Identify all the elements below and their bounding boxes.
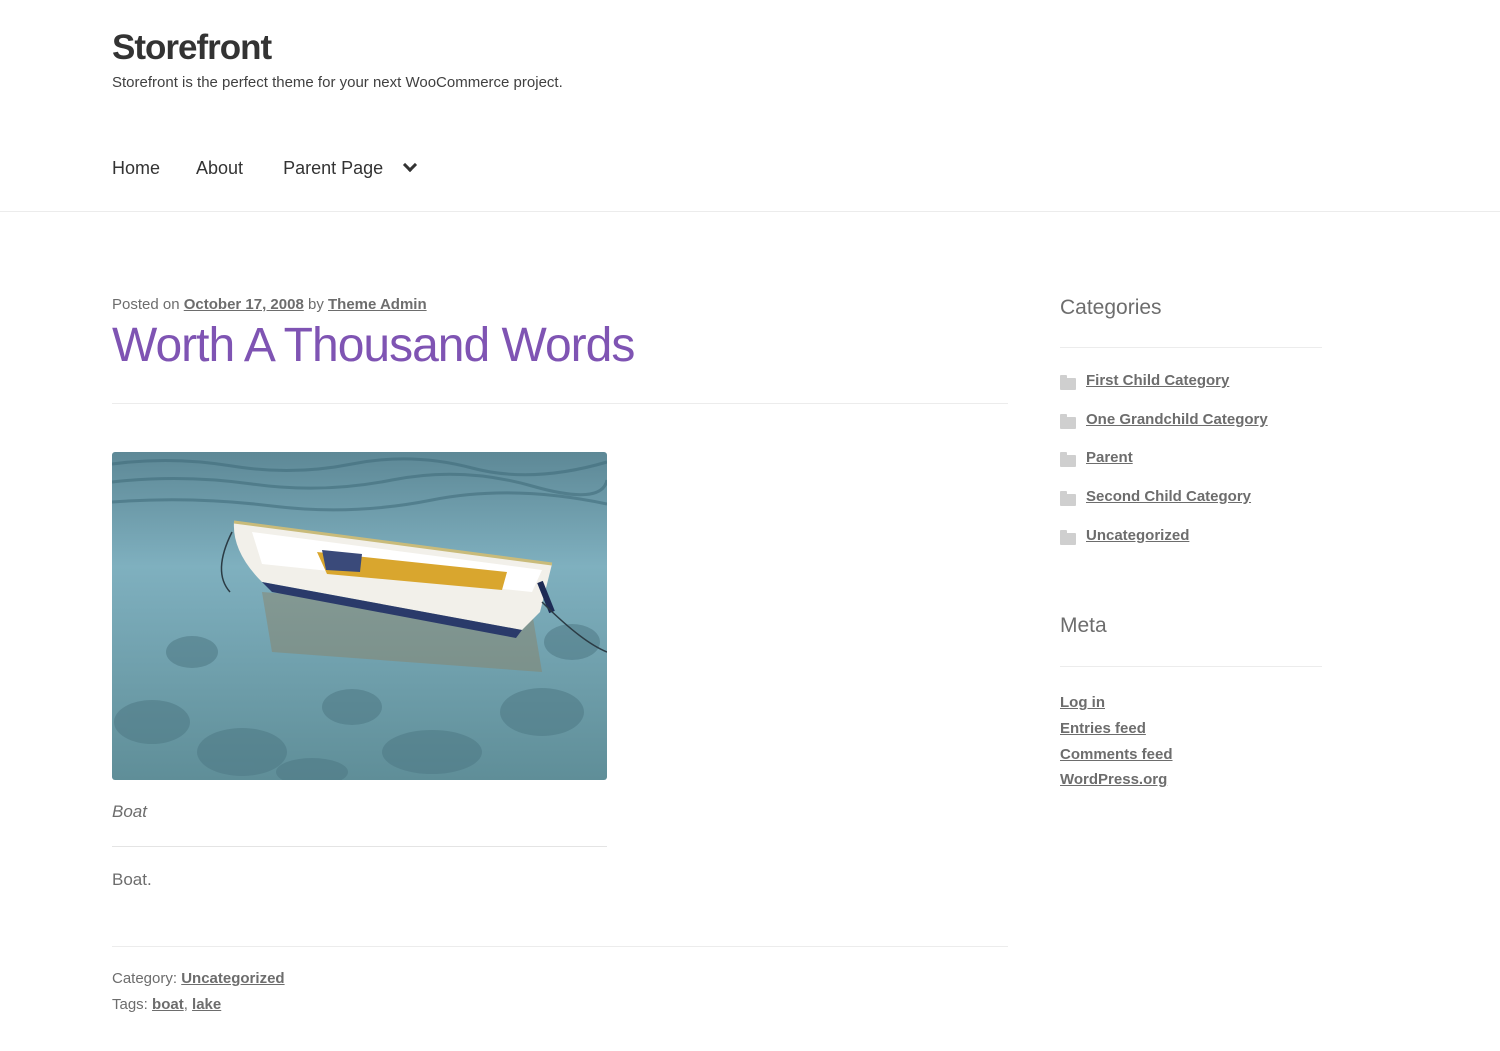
category-link[interactable]: First Child Category — [1086, 372, 1229, 389]
tag-separator: , — [183, 996, 188, 1013]
post-date-link[interactable]: October 17, 2008 — [184, 296, 304, 313]
folder-icon — [1060, 413, 1076, 429]
entries-feed-link[interactable]: Entries feed — [1060, 720, 1146, 737]
category-link[interactable]: Second Child Category — [1086, 488, 1251, 505]
tag-link-boat[interactable]: boat — [152, 996, 184, 1013]
list-item: Entries feed — [1060, 720, 1173, 746]
caption-divider — [112, 846, 607, 847]
title-divider — [112, 403, 1008, 404]
categories-list: First Child Category One Grandchild Cate… — [1060, 372, 1268, 565]
list-item: First Child Category — [1060, 372, 1268, 411]
site-header: Storefront Storefront is the perfect the… — [0, 0, 1500, 212]
list-item: Uncategorized — [1060, 527, 1268, 566]
folder-icon — [1060, 375, 1076, 390]
meta-divider — [1060, 666, 1322, 667]
comments-feed-link[interactable]: Comments feed — [1060, 746, 1173, 763]
list-item: Log in — [1060, 694, 1173, 720]
nav-item-parent-page[interactable]: Parent Page — [283, 157, 418, 179]
folder-icon — [1060, 529, 1076, 545]
category-link[interactable]: Parent — [1086, 449, 1133, 466]
image-caption: Boat — [112, 802, 147, 821]
category-link[interactable]: One Grandchild Category — [1086, 411, 1268, 428]
entry-meta: Posted on October 17, 2008 by Theme Admi… — [112, 296, 427, 313]
nav-item-about[interactable]: About — [196, 158, 243, 179]
post-tags: Tags: boat, lake — [112, 996, 221, 1013]
wordpress-org-link[interactable]: WordPress.org — [1060, 771, 1167, 788]
list-item: Parent — [1060, 449, 1268, 488]
list-item: One Grandchild Category — [1060, 411, 1268, 450]
boat-image[interactable] — [112, 452, 607, 780]
list-item: Second Child Category — [1060, 488, 1268, 527]
categories-divider — [1060, 347, 1322, 348]
posted-on-label: Posted on — [112, 296, 180, 313]
nav-item-home[interactable]: Home — [112, 158, 160, 179]
categories-widget-title: Categories — [1060, 296, 1162, 319]
meta-links-list: Log in Entries feed Comments feed WordPr… — [1060, 694, 1173, 797]
list-item: Comments feed — [1060, 746, 1173, 772]
meta-widget-title: Meta — [1060, 614, 1107, 637]
footer-divider — [112, 946, 1008, 947]
site-tagline: Storefront is the perfect theme for your… — [112, 74, 563, 91]
post-body: Boat. — [112, 870, 152, 889]
post-author-link[interactable]: Theme Admin — [328, 296, 427, 313]
category-link[interactable]: Uncategorized — [1086, 527, 1189, 544]
chevron-down-icon[interactable] — [403, 157, 418, 173]
list-item: WordPress.org — [1060, 771, 1173, 797]
site-title[interactable]: Storefront — [112, 28, 272, 68]
tags-label: Tags: — [112, 996, 148, 1013]
folder-icon — [1060, 452, 1076, 468]
tag-link-lake[interactable]: lake — [192, 996, 221, 1013]
post-category-link[interactable]: Uncategorized — [181, 970, 284, 987]
category-label: Category: — [112, 970, 178, 987]
post-category: Category: Uncategorized — [112, 970, 285, 987]
by-label: by — [307, 296, 324, 313]
folder-icon — [1060, 491, 1076, 507]
log-in-link[interactable]: Log in — [1060, 694, 1105, 711]
nav-item-parent-page-label: Parent Page — [283, 157, 384, 178]
post-title[interactable]: Worth A Thousand Words — [112, 318, 635, 373]
main-navigation: Home About Parent Page — [112, 154, 418, 182]
